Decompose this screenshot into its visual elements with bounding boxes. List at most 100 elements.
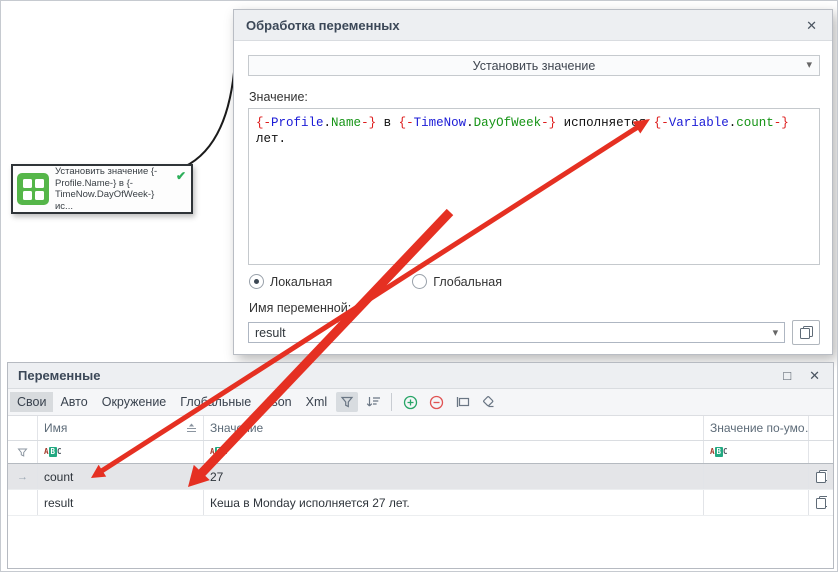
column-header-copy bbox=[809, 416, 833, 440]
variable-value-cell[interactable]: 27 bbox=[204, 464, 704, 489]
variable-default-cell[interactable] bbox=[704, 464, 809, 489]
variables-table: Имя Значение Значение по-умо… bbox=[8, 416, 833, 516]
frame-icon bbox=[455, 395, 470, 409]
filter-value-cell[interactable]: ABC bbox=[204, 441, 704, 463]
column-header-value-label: Значение bbox=[210, 421, 263, 435]
macro-token: Variable bbox=[669, 116, 729, 130]
action-node-label: Установить значение {-Profile.Name-} в {… bbox=[55, 166, 167, 212]
variable-name-row: result ▾ bbox=[248, 320, 820, 345]
macro-token: {- bbox=[654, 116, 669, 130]
text-filter-abc-icon: ABC bbox=[44, 447, 62, 457]
close-icon[interactable]: ✕ bbox=[806, 368, 823, 383]
filter-name-cell[interactable]: ABC bbox=[38, 441, 204, 463]
variable-name-combobox[interactable]: result ▾ bbox=[248, 322, 785, 343]
table-row[interactable]: → count27 bbox=[8, 464, 833, 490]
variable-name-label: Имя переменной: bbox=[249, 301, 820, 315]
filter-icon bbox=[340, 395, 354, 409]
macro-token: в bbox=[376, 116, 399, 130]
dialog-titlebar: Обработка переменных ✕ bbox=[234, 10, 832, 41]
macro-token: Profile bbox=[271, 116, 324, 130]
filter-row: ABC ABC ABC bbox=[8, 441, 833, 464]
frame-button[interactable] bbox=[451, 392, 473, 412]
column-header-default[interactable]: Значение по-умо… bbox=[704, 416, 809, 440]
tab-авто[interactable]: Авто bbox=[53, 392, 94, 412]
remove-variable-button[interactable] bbox=[425, 392, 447, 412]
value-editor[interactable]: {-Profile.Name-} в {-TimeNow.DayOfWeek-}… bbox=[248, 108, 820, 265]
variable-name-cell[interactable]: count bbox=[38, 464, 204, 489]
variable-name-value: result bbox=[255, 326, 286, 340]
macro-token: исполняется bbox=[556, 116, 654, 130]
row-gutter: → bbox=[8, 464, 38, 489]
macro-token: -} bbox=[541, 116, 556, 130]
set-value-grid-icon bbox=[17, 173, 49, 205]
filter-copy-cell bbox=[809, 441, 833, 463]
header-gutter bbox=[8, 416, 38, 440]
macro-token: {- bbox=[399, 116, 414, 130]
macro-token: {- bbox=[256, 116, 271, 130]
sort-ascending-icon bbox=[186, 423, 197, 433]
copy-row-value-button[interactable] bbox=[809, 490, 833, 515]
table-header-row: Имя Значение Значение по-умо… bbox=[8, 416, 833, 441]
copy-pages-icon bbox=[799, 325, 814, 340]
success-check-icon: ✔ bbox=[176, 169, 186, 183]
sort-icon bbox=[366, 395, 381, 409]
dialog-title: Обработка переменных bbox=[246, 18, 803, 33]
eraser-icon bbox=[480, 395, 496, 409]
action-node[interactable]: Установить значение {-Profile.Name-} в {… bbox=[11, 164, 193, 214]
screenshot-canvas: Установить значение {-Profile.Name-} в {… bbox=[0, 0, 838, 572]
radio-global[interactable]: Глобальная bbox=[412, 274, 502, 289]
radio-selected-icon bbox=[249, 274, 264, 289]
filter-icon bbox=[17, 447, 28, 458]
table-row[interactable]: resultКеша в Monday исполняется 27 лет. bbox=[8, 490, 833, 516]
column-header-name-label: Имя bbox=[44, 421, 67, 435]
action-dropdown[interactable]: Установить значение ▾ bbox=[248, 55, 820, 76]
copy-button[interactable] bbox=[792, 320, 820, 345]
column-header-name[interactable]: Имя bbox=[38, 416, 204, 440]
chevron-down-icon: ▾ bbox=[773, 326, 779, 339]
chevron-down-icon: ▾ bbox=[806, 58, 812, 71]
macro-line: {-Profile.Name-} в {-TimeNow.DayOfWeek-}… bbox=[256, 116, 796, 146]
variables-panel-titlebar: Переменные □ ✕ bbox=[8, 363, 833, 389]
maximize-icon[interactable]: □ bbox=[780, 368, 794, 383]
tab-окружение[interactable]: Окружение bbox=[95, 392, 174, 412]
tab-глобальные[interactable]: Глобальные bbox=[173, 392, 258, 412]
dialog-body: Установить значение ▾ Значение: {-Profil… bbox=[234, 41, 832, 345]
macro-token: . bbox=[466, 116, 474, 130]
scope-radio-group: Локальная Глобальная bbox=[249, 274, 820, 289]
variable-processing-dialog: Обработка переменных ✕ Установить значен… bbox=[233, 9, 833, 355]
variable-value-cell[interactable]: Кеша в Monday исполняется 27 лет. bbox=[204, 490, 704, 515]
copy-row-value-button[interactable] bbox=[809, 464, 833, 489]
copy-pages-icon bbox=[815, 495, 827, 510]
macro-token: . bbox=[324, 116, 332, 130]
macro-token: Name bbox=[331, 116, 361, 130]
tab-xml[interactable]: Xml bbox=[299, 392, 335, 412]
filter-gutter bbox=[8, 441, 38, 463]
column-header-value[interactable]: Значение bbox=[204, 416, 704, 440]
copy-pages-icon bbox=[815, 469, 827, 484]
radio-local-label: Локальная bbox=[270, 275, 332, 289]
filter-button[interactable] bbox=[336, 392, 358, 412]
radio-local[interactable]: Локальная bbox=[249, 274, 332, 289]
radio-unselected-icon bbox=[412, 274, 427, 289]
row-gutter bbox=[8, 490, 38, 515]
variables-tabs: СвоиАвтоОкружениеГлобальныеJsonXml bbox=[10, 392, 334, 412]
table-rows: → count27resultКеша в Monday исполняется … bbox=[8, 464, 833, 516]
variable-name-cell[interactable]: result bbox=[38, 490, 204, 515]
tab-json[interactable]: Json bbox=[258, 392, 298, 412]
variables-panel-title: Переменные bbox=[18, 368, 768, 383]
current-row-arrow-icon: → bbox=[17, 471, 28, 483]
text-filter-abc-icon: ABC bbox=[710, 447, 728, 457]
erase-button[interactable] bbox=[477, 392, 499, 412]
add-variable-button[interactable] bbox=[399, 392, 421, 412]
remove-variable-icon bbox=[429, 395, 444, 410]
variable-default-cell[interactable] bbox=[704, 490, 809, 515]
tab-свои[interactable]: Свои bbox=[10, 392, 53, 412]
sort-button[interactable] bbox=[362, 392, 384, 412]
text-filter-abc-icon: ABC bbox=[210, 447, 228, 457]
macro-token: -} bbox=[774, 116, 789, 130]
close-icon[interactable]: ✕ bbox=[803, 18, 820, 33]
filter-default-cell[interactable]: ABC bbox=[704, 441, 809, 463]
macro-token: count bbox=[736, 116, 774, 130]
toolbar-separator bbox=[391, 393, 392, 411]
variables-toolbar: СвоиАвтоОкружениеГлобальныеJsonXml bbox=[8, 389, 833, 416]
